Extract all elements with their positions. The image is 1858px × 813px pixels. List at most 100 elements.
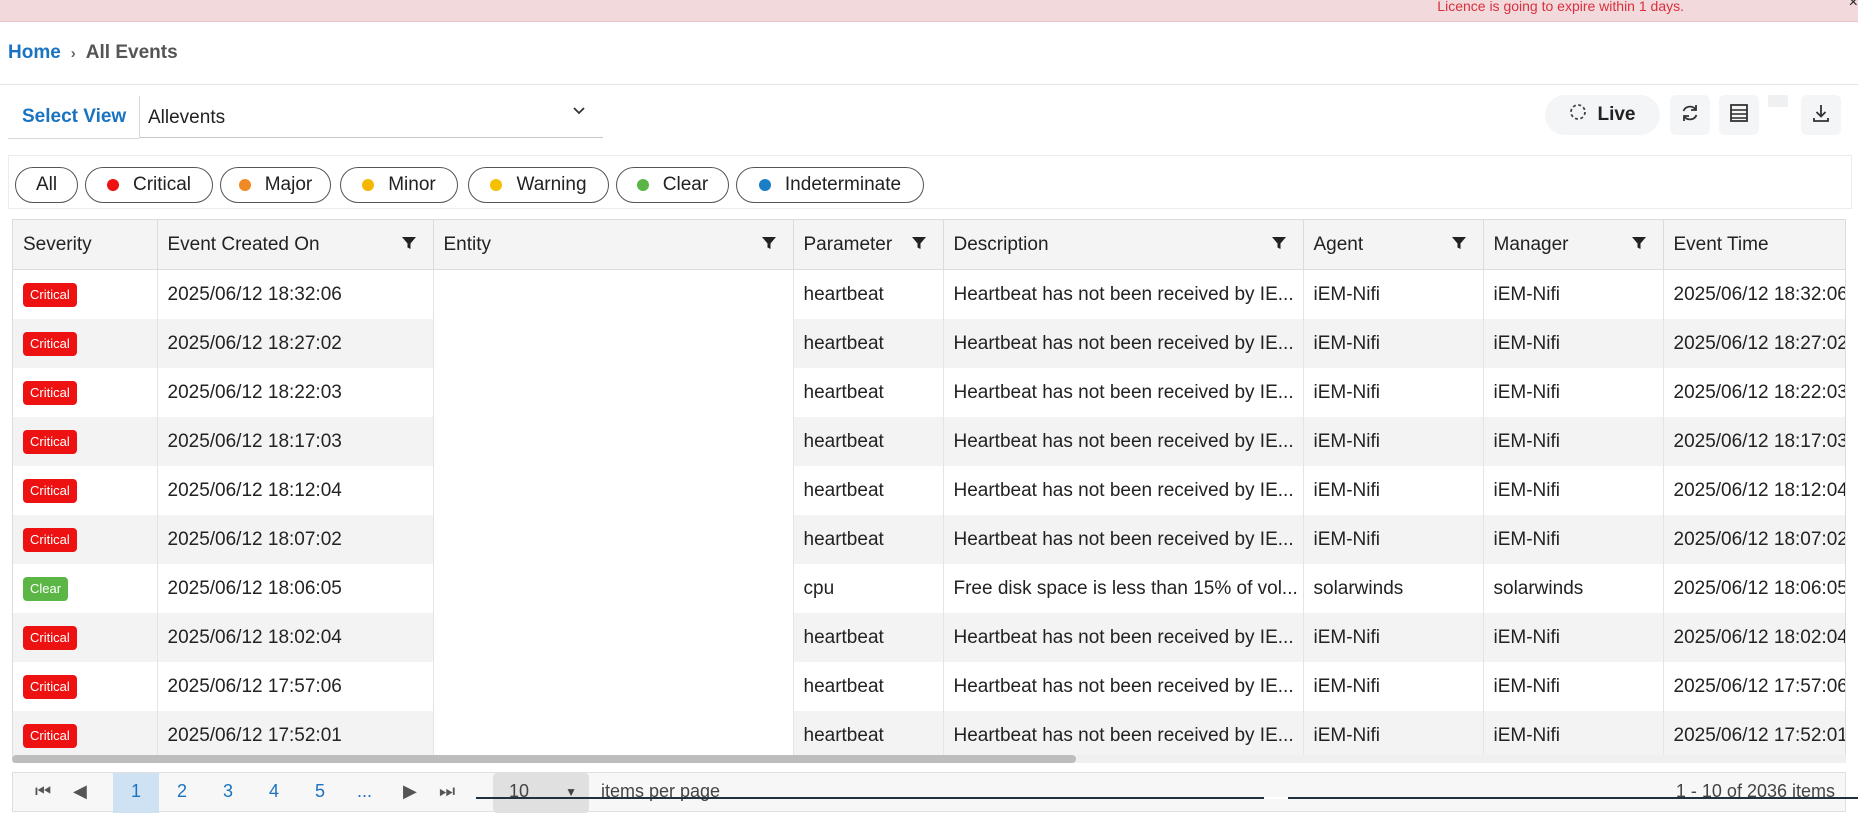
- event-time-text: 2025/06/12 18:06:05: [1673, 577, 1846, 599]
- table-row[interactable]: Critical 2025/06/12 17:57:06 heartbeat Hear…: [13, 662, 1845, 711]
- table-row[interactable]: Clear 2025/06/12 18:06:05 cpu Free disk spa…: [13, 564, 1846, 613]
- filter-critical[interactable]: Critical: [85, 167, 213, 203]
- cell-entity: [433, 466, 794, 515]
- manager-text: iEM-Nifi: [1493, 430, 1561, 452]
- cell-manager: iEM-Nifi: [1483, 711, 1664, 758]
- event-time-text: 2025/06/12 18:07:02: [1673, 528, 1846, 550]
- filter-major-label: Major: [264, 174, 313, 195]
- filter-warning[interactable]: Warning: [468, 167, 609, 203]
- column-label: Entity: [443, 233, 492, 255]
- breadcrumb: Home › All Events: [8, 42, 178, 64]
- breadcrumb-current: All Events: [85, 42, 178, 63]
- view-dropdown[interactable]: Allevents: [139, 96, 603, 138]
- cell-event-time: 2025/06/12 17:57:06: [1663, 662, 1845, 711]
- column-label: Agent: [1313, 233, 1364, 255]
- column-header-manager[interactable]: Manager: [1483, 220, 1664, 270]
- event-time-text: 2025/06/12 18:22:03: [1673, 381, 1846, 403]
- cell-description: Heartbeat has not been received by IE...: [943, 711, 1304, 758]
- severity-badge: Critical: [23, 674, 77, 699]
- parameter-text: heartbeat: [803, 283, 884, 305]
- column-header-event-time[interactable]: Event Time: [1663, 220, 1845, 270]
- filter-minor-label: Minor: [388, 174, 436, 195]
- refresh-icon: [1679, 102, 1701, 129]
- cell-agent: iEM-Nifi: [1303, 711, 1484, 758]
- cell-severity: Critical: [13, 417, 158, 466]
- columns-button[interactable]: [1719, 95, 1759, 135]
- filter-icon[interactable]: [401, 235, 417, 257]
- filter-icon[interactable]: [761, 235, 777, 257]
- column-header-entity[interactable]: Entity: [433, 220, 794, 270]
- download-button[interactable]: [1801, 95, 1841, 135]
- filter-icon[interactable]: [1631, 235, 1647, 257]
- created-on-text: 2025/06/12 18:07:02: [167, 528, 342, 550]
- filter-icon[interactable]: [1451, 235, 1467, 257]
- horizontal-scrollbar[interactable]: [12, 755, 1846, 763]
- table-row[interactable]: Critical 2025/06/12 18:07:02 heartbeat Hear…: [13, 515, 1846, 564]
- cell-agent: iEM-Nifi: [1303, 613, 1484, 662]
- filter-major[interactable]: Major: [220, 167, 331, 203]
- parameter-text: heartbeat: [803, 675, 884, 697]
- breadcrumb-home-link[interactable]: Home: [8, 42, 61, 64]
- cell-agent: iEM-Nifi: [1303, 662, 1484, 711]
- cell-created: 2025/06/12 17:57:06: [157, 662, 434, 711]
- cell-created: 2025/06/12 18:06:05: [157, 564, 434, 613]
- filter-indeterminate-label: Indeterminate: [784, 174, 902, 195]
- refresh-button[interactable]: [1670, 95, 1710, 135]
- cell-agent: iEM-Nifi: [1303, 269, 1484, 319]
- live-button[interactable]: Live: [1545, 95, 1660, 135]
- table-row[interactable]: Critical 2025/06/12 18:32:06 heartbeat Hear…: [13, 269, 1845, 319]
- column-header-created[interactable]: Event Created On: [157, 220, 434, 270]
- filter-warning-label: Warning: [516, 174, 587, 195]
- cell-description: Heartbeat has not been received by IE...: [943, 269, 1304, 319]
- cell-created: 2025/06/12 18:07:02: [157, 515, 434, 564]
- cell-manager: solarwinds: [1483, 564, 1664, 613]
- column-header-description[interactable]: Description: [943, 220, 1304, 270]
- cell-entity: [433, 711, 794, 758]
- close-icon[interactable]: ×: [1849, 0, 1858, 12]
- cell-event-time: 2025/06/12 18:02:04: [1663, 613, 1846, 662]
- major-dot-icon: [238, 179, 251, 191]
- table-row[interactable]: Critical 2025/06/12 18:17:03 heartbeat Hear…: [13, 417, 1845, 466]
- cell-description: Heartbeat has not been received by IE...: [943, 466, 1304, 515]
- view-dropdown-value: Allevents: [148, 107, 226, 128]
- column-label: Event Time: [1673, 233, 1769, 255]
- filter-clear[interactable]: Clear: [616, 167, 729, 203]
- cell-event-time: 2025/06/12 18:32:06: [1663, 269, 1845, 319]
- table-row[interactable]: Critical 2025/06/12 18:27:02 heartbeat Hear…: [13, 319, 1846, 368]
- event-time-text: 2025/06/12 18:02:04: [1673, 626, 1846, 648]
- cell-description: Heartbeat has not been received by IE...: [943, 515, 1304, 564]
- description-text: Heartbeat has not been received by IE...: [953, 626, 1294, 648]
- table-row[interactable]: Critical 2025/06/12 18:22:03 heartbeat Hear…: [13, 368, 1846, 417]
- created-on-text: 2025/06/12 18:17:03: [167, 430, 342, 452]
- severity-badge: Clear: [23, 576, 69, 601]
- cell-agent: iEM-Nifi: [1303, 417, 1484, 466]
- manager-text: iEM-Nifi: [1493, 724, 1561, 746]
- scrollbar-thumb[interactable]: [12, 755, 1076, 763]
- view-label-underline: [8, 138, 139, 139]
- description-text: Heartbeat has not been received by IE...: [953, 528, 1294, 550]
- column-header-severity[interactable]: Severity: [13, 220, 158, 270]
- filter-all[interactable]: All: [15, 167, 78, 203]
- filter-minor[interactable]: Minor: [340, 167, 458, 203]
- cell-parameter: heartbeat: [793, 515, 944, 564]
- event-time-text: 2025/06/12 18:27:02: [1673, 332, 1846, 354]
- filter-indeterminate[interactable]: Indeterminate: [736, 167, 924, 203]
- cell-severity: Critical: [13, 662, 158, 711]
- agent-text: iEM-Nifi: [1313, 381, 1381, 403]
- cell-severity: Clear: [13, 564, 158, 613]
- cell-event-time: 2025/06/12 18:22:03: [1663, 368, 1846, 417]
- cell-event-time: 2025/06/12 18:12:04: [1663, 466, 1845, 515]
- column-header-agent[interactable]: Agent: [1303, 220, 1484, 270]
- table-row[interactable]: Critical 2025/06/12 18:02:04 heartbeat Hear…: [13, 613, 1846, 662]
- page-size-select[interactable]: 10 ▼: [493, 773, 589, 813]
- clear-dot-icon: [636, 179, 649, 191]
- table-row[interactable]: Critical 2025/06/12 18:12:04 heartbeat Hear…: [13, 466, 1845, 515]
- filter-icon[interactable]: [911, 235, 927, 257]
- cell-agent: iEM-Nifi: [1303, 466, 1484, 515]
- severity-badge: Critical: [23, 723, 77, 748]
- cell-parameter: heartbeat: [793, 466, 944, 515]
- cell-description: Heartbeat has not been received by IE...: [943, 319, 1304, 368]
- column-header-parameter[interactable]: Parameter: [793, 220, 944, 270]
- table-row[interactable]: Critical 2025/06/12 17:52:01 heartbeat Hear…: [13, 711, 1845, 758]
- filter-icon[interactable]: [1271, 235, 1287, 257]
